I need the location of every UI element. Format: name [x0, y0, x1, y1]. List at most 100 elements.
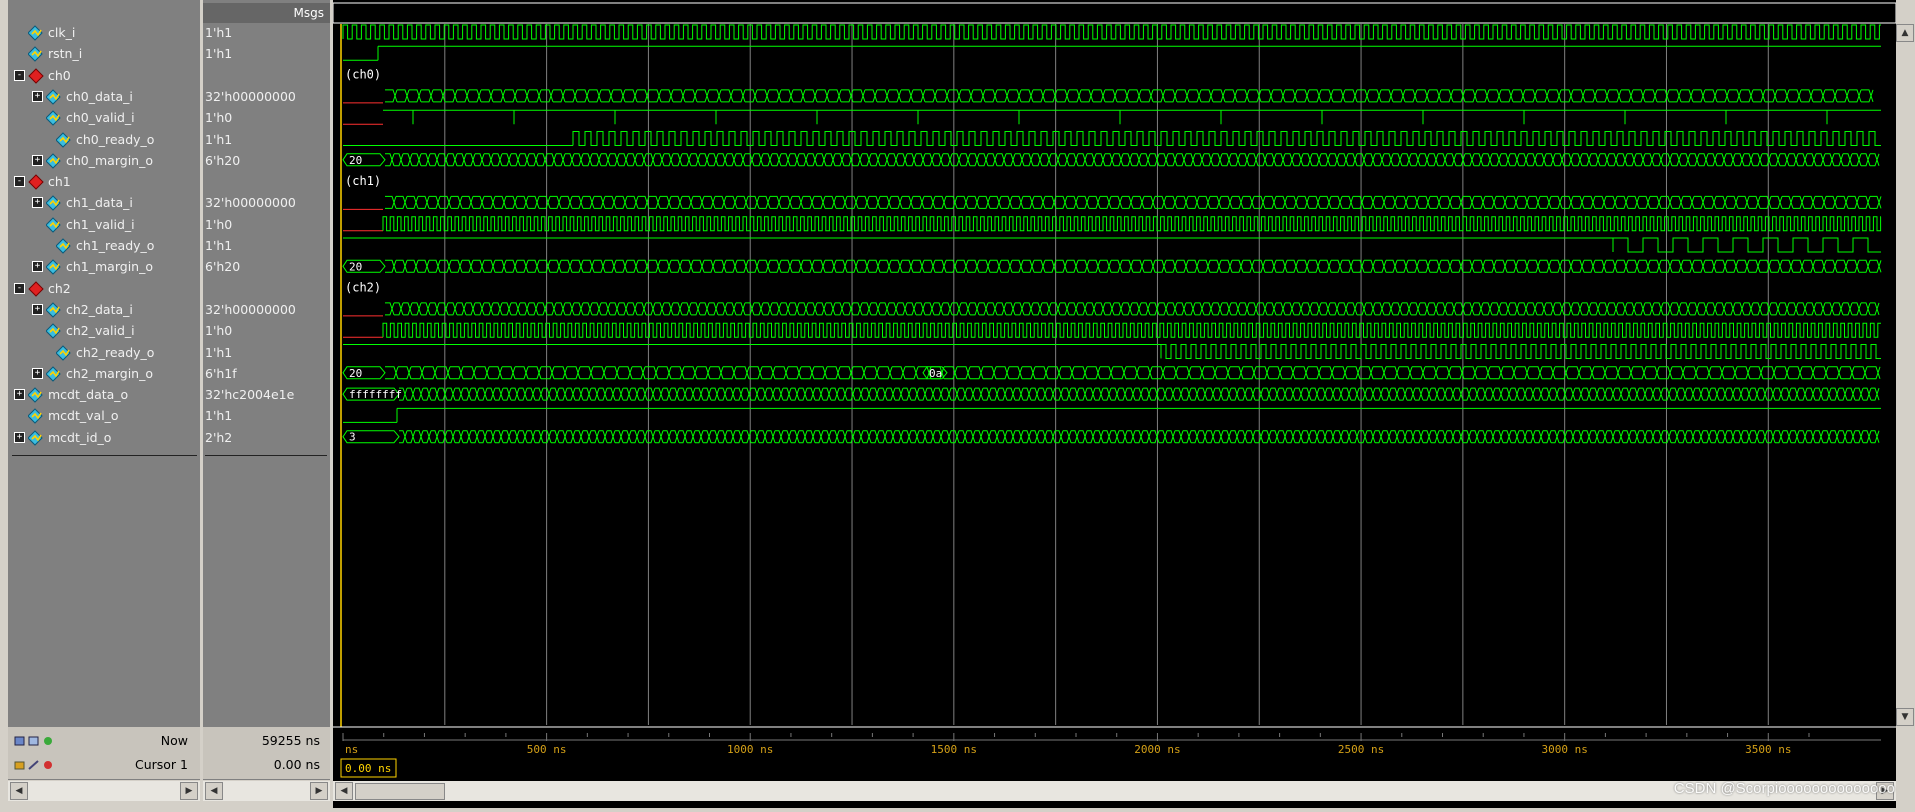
signal-value-pane: Msgs 1'h1 1'h1 32'h00000000 1'h0 1'h1 6'h20 32… — [203, 0, 330, 780]
expand-icon[interactable]: + — [14, 431, 25, 443]
expand-icon[interactable]: + — [32, 197, 43, 209]
signal-value-ch2-data-i: 32'h00000000 — [205, 301, 296, 317]
signal-row-rstn-i[interactable]: rstn_i — [8, 43, 198, 64]
waveform-pane[interactable]: (ch0) 20 (ch1) 20 (ch2) 20 0a ffffffff 3 ns 500 ns… — [332, 0, 1897, 808]
signal-wave-icon — [45, 302, 62, 318]
cursor-toolbar[interactable] — [12, 757, 62, 771]
signal-wave-icon — [55, 131, 72, 148]
wave-scroll-left[interactable]: ◀ — [335, 782, 353, 800]
collapse-icon[interactable]: - — [14, 176, 25, 188]
signal-row-ch1-ready-o[interactable]: ch1_ready_o — [8, 235, 198, 256]
signal-name-label: ch1_ready_o — [76, 238, 155, 253]
signal-row-ch0-valid-i[interactable]: ch0_valid_i — [8, 107, 198, 128]
expand-icon[interactable]: + — [32, 367, 43, 379]
signal-name-label: mcdt_data_o — [48, 387, 129, 403]
expand-icon[interactable]: + — [32, 303, 43, 315]
signal-name-label: ch2 — [48, 280, 71, 296]
signal-name-label: ch1_data_i — [66, 195, 133, 211]
signal-value-rstn-i: 1'h1 — [205, 46, 233, 62]
now-value: 59255 ns — [261, 733, 320, 748]
group-diamond-icon — [28, 174, 44, 190]
signal-row-mcdt-data-o[interactable]: + mcdt_data_o — [8, 384, 198, 405]
scroll-down-button[interactable]: ▼ — [1896, 708, 1914, 726]
collapse-icon[interactable]: - — [14, 69, 25, 81]
signal-row-ch0-margin-o[interactable]: + ch0_margin_o — [8, 150, 198, 171]
signal-wave-icon — [55, 238, 72, 254]
signal-value-clk-i: 1'h1 — [205, 25, 233, 40]
ruler-label: 2500 ns — [1338, 743, 1384, 756]
group-label: (ch1) — [345, 174, 381, 188]
group-diamond-icon — [28, 280, 44, 297]
signal-wave-icon — [45, 259, 62, 276]
signal-value-mcdt-id-o: 2'h2 — [205, 429, 233, 445]
signal-name-label: mcdt_val_o — [48, 408, 119, 424]
group-diamond-icon — [28, 67, 44, 84]
bus-value-label: 20 — [349, 154, 362, 167]
watermark: CSDN @Scorpioooooooooooooo — [1673, 780, 1895, 797]
value-scroll-left[interactable]: ◀ — [205, 782, 223, 800]
signal-name-label: ch0_valid_i — [66, 110, 135, 126]
now-label: Now — [160, 733, 188, 748]
waveform-canvas[interactable]: (ch0) 20 (ch1) 20 (ch2) 20 0a ffffffff 3 ns 500 ns… — [332, 0, 1897, 808]
expand-icon[interactable]: + — [32, 90, 43, 102]
expand-icon[interactable]: + — [14, 389, 25, 401]
signal-row-clk-i[interactable]: clk_i — [8, 22, 198, 43]
vertical-scrollbar[interactable]: ▲ ▼ — [1896, 24, 1914, 726]
value-scroll-right[interactable]: ▶ — [310, 782, 328, 800]
signal-value-ch0-data-i: 32'h00000000 — [205, 88, 296, 104]
signal-name-label: ch2_valid_i — [66, 323, 135, 339]
scroll-up-button[interactable]: ▲ — [1896, 24, 1914, 42]
group-label: (ch0) — [345, 68, 381, 82]
wave-scroll-thumb[interactable] — [355, 783, 445, 800]
ruler-label: ns — [345, 743, 358, 756]
msgs-label: Msgs — [293, 6, 324, 20]
signal-value-ch0-valid-i: 1'h0 — [205, 110, 233, 126]
expand-icon[interactable]: + — [32, 154, 43, 166]
signal-row-ch2[interactable]: - ch2 — [8, 278, 198, 299]
signal-row-mcdt-id-o[interactable]: + mcdt_id_o — [8, 427, 198, 448]
signal-wave-icon — [55, 344, 72, 361]
signal-value-ch2-valid-i: 1'h0 — [205, 323, 233, 339]
name-scroll-right[interactable]: ▶ — [180, 782, 198, 800]
signal-name-pane: clk_i rstn_i - ch0 + ch0_data_i ch0_valid_i ch0… — [8, 0, 200, 780]
signal-value-ch2-margin-o: 6'h1f — [205, 365, 237, 381]
signal-row-ch1-margin-o[interactable]: + ch1_margin_o — [8, 256, 198, 277]
wave-hscrollbar[interactable]: ◀ ▶ — [333, 781, 1896, 801]
signal-wave-icon — [45, 153, 62, 169]
value-hscrollbar[interactable]: ◀ ▶ — [203, 781, 330, 801]
signal-wave-icon — [27, 429, 44, 446]
cursor-label: Cursor 1 — [134, 757, 188, 772]
signal-wave-icon — [45, 366, 62, 382]
name-hscrollbar[interactable]: ◀ ▶ — [8, 781, 200, 801]
collapse-icon[interactable]: - — [14, 282, 25, 294]
signal-row-ch1[interactable]: - ch1 — [8, 171, 198, 192]
signal-value-ch1-margin-o: 6'h20 — [205, 259, 241, 275]
signal-row-ch2-ready-o[interactable]: ch2_ready_o — [8, 342, 198, 363]
signal-row-mcdt-val-o[interactable]: mcdt_val_o — [8, 405, 198, 426]
signal-row-ch1-valid-i[interactable]: ch1_valid_i — [8, 214, 198, 235]
signal-row-ch0-data-i[interactable]: + ch0_data_i — [8, 86, 198, 107]
signal-row-ch0-ready-o[interactable]: ch0_ready_o — [8, 129, 198, 150]
signal-row-ch1-data-i[interactable]: + ch1_data_i — [8, 192, 198, 213]
name-scroll-left[interactable]: ◀ — [10, 782, 28, 800]
signal-row-ch2-data-i[interactable]: + ch2_data_i — [8, 299, 198, 320]
signal-row-ch2-margin-o[interactable]: + ch2_margin_o — [8, 363, 198, 384]
signal-name-label: ch2_margin_o — [66, 365, 153, 381]
signal-wave-icon — [45, 110, 62, 126]
bus-value-label: 20 — [349, 367, 362, 380]
ruler-label: 1000 ns — [727, 743, 773, 756]
signal-wave-icon — [45, 323, 62, 339]
now-toolbar[interactable] — [12, 733, 62, 747]
signal-name-label: mcdt_id_o — [48, 429, 112, 445]
signal-wave-icon — [27, 387, 44, 403]
signal-row-ch2-valid-i[interactable]: ch2_valid_i — [8, 320, 198, 341]
bus-value-label: 0a — [929, 367, 942, 380]
signal-wave-icon — [27, 46, 44, 63]
bus-value-label: ffffffff — [349, 388, 402, 401]
bus-value-label: 20 — [349, 260, 362, 273]
signal-wave-icon — [45, 195, 62, 212]
signal-row-ch0[interactable]: - ch0 — [8, 65, 198, 86]
expand-icon[interactable]: + — [32, 261, 43, 273]
group-label: (ch2) — [345, 281, 381, 295]
value-pane-divider — [205, 455, 327, 456]
